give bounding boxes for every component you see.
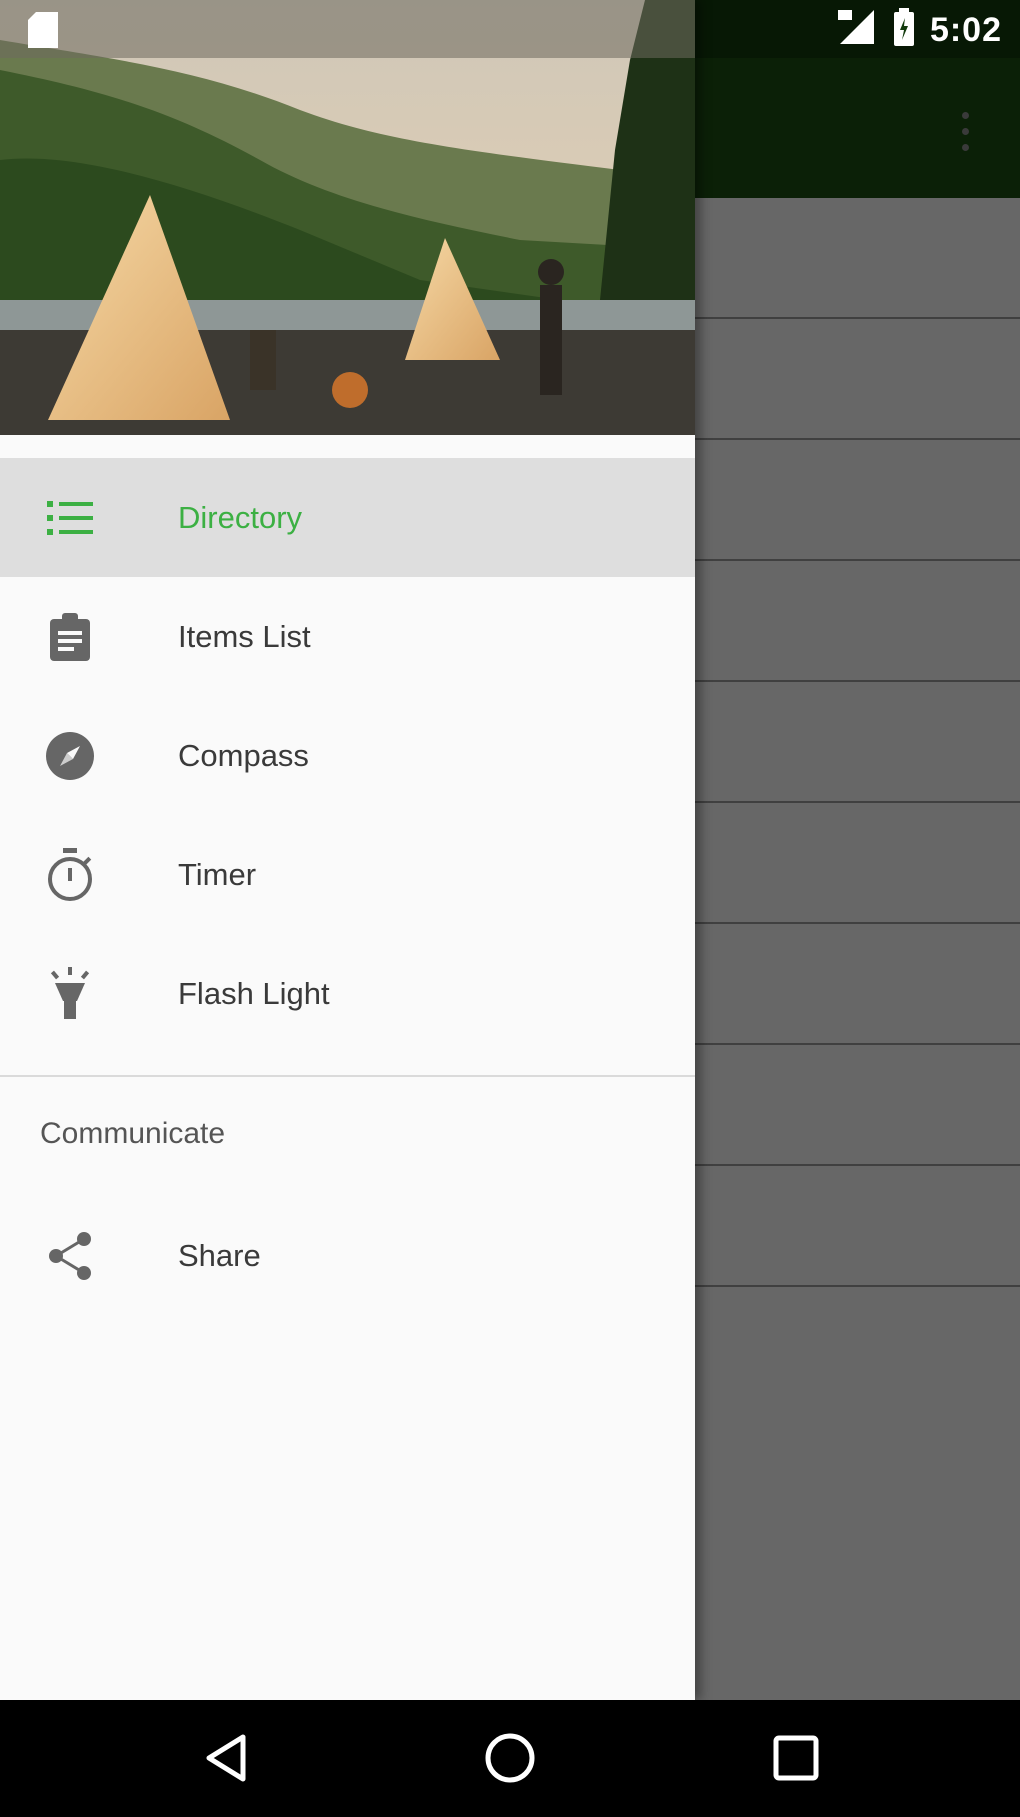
nav-label: Directory: [178, 499, 303, 535]
stopwatch-icon: [44, 847, 96, 901]
nav-label: Compass: [178, 737, 309, 773]
section-title: Communicate: [40, 1117, 226, 1150]
share-icon: [44, 1230, 96, 1282]
recents-icon[interactable]: [766, 1728, 826, 1788]
divider: [0, 1075, 695, 1077]
navigation-drawer: Directory Items List Compass Timer Flash…: [0, 0, 695, 1700]
sd-card-icon: [26, 12, 60, 48]
compass-icon: [44, 730, 96, 782]
flashlight-icon: [44, 966, 96, 1020]
drawer-status-scrim: [0, 0, 695, 58]
nav-label: Flash Light: [178, 975, 330, 1011]
back-icon[interactable]: [196, 1728, 256, 1788]
system-nav-bar: [0, 1700, 1020, 1817]
nav-label: Share: [178, 1237, 261, 1273]
status-icons: 5:02: [836, 7, 1002, 53]
drawer-header-image: [0, 0, 695, 435]
clipboard-icon: [44, 611, 96, 663]
list-icon: [44, 492, 96, 544]
signal-icon: [836, 8, 878, 53]
status-time: 5:02: [929, 10, 1002, 49]
nav-item-flash-light[interactable]: Flash Light: [0, 934, 695, 1053]
nav-label: Timer: [178, 856, 257, 892]
drawer-nav: Directory Items List Compass Timer Flash…: [0, 458, 695, 1053]
home-icon[interactable]: [480, 1728, 540, 1788]
nav-item-items-list[interactable]: Items List: [0, 577, 695, 696]
nav-item-compass[interactable]: Compass: [0, 696, 695, 815]
nav-item-directory[interactable]: Directory: [0, 458, 695, 577]
nav-item-share[interactable]: Share: [0, 1196, 695, 1315]
nav-label: Items List: [178, 618, 311, 654]
battery-icon: [892, 7, 916, 53]
nav-item-timer[interactable]: Timer: [0, 815, 695, 934]
